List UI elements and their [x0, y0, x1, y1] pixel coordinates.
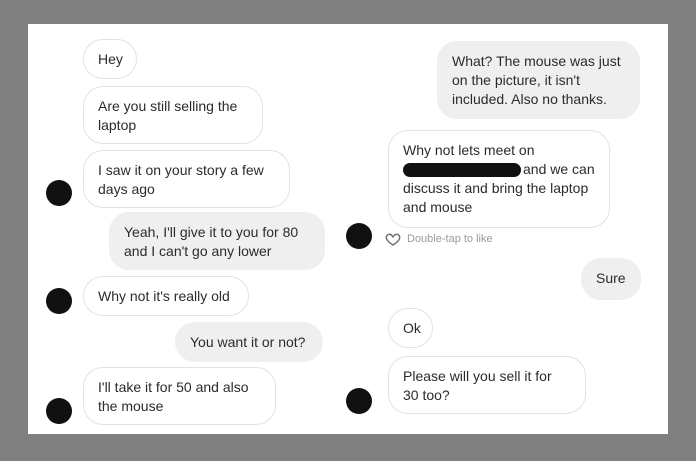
message-outgoing[interactable]: Sure — [581, 258, 641, 300]
avatar[interactable] — [346, 223, 372, 249]
like-hint-text: Double-tap to like — [407, 233, 493, 245]
message-incoming[interactable]: Why not it's really old — [83, 276, 249, 316]
like-hint[interactable]: Double-tap to like — [385, 231, 493, 247]
message-incoming[interactable]: I saw it on your story a few days ago — [83, 150, 290, 208]
message-text: You want it or not? — [190, 334, 306, 350]
avatar[interactable] — [346, 388, 372, 414]
message-incoming[interactable]: Why not lets meet on and we can discuss … — [388, 130, 610, 228]
message-text: Ok — [403, 320, 421, 336]
message-text: Please will you sell it for 30 too? — [403, 368, 552, 403]
avatar[interactable] — [46, 398, 72, 424]
message-text: Yeah, I'll give it to you for 80 and I c… — [124, 224, 299, 259]
message-text: What? The mouse was just on the picture,… — [452, 53, 621, 107]
message-outgoing[interactable]: What? The mouse was just on the picture,… — [437, 41, 640, 119]
message-outgoing[interactable]: Yeah, I'll give it to you for 80 and I c… — [109, 212, 325, 270]
chat-screenshot: Hey Are you still selling the laptop I s… — [28, 24, 668, 434]
message-text: I saw it on your story a few days ago — [98, 162, 264, 197]
message-incoming[interactable]: Are you still selling the laptop — [83, 86, 263, 144]
message-incoming[interactable]: Please will you sell it for 30 too? — [388, 356, 586, 414]
message-incoming[interactable]: Ok — [388, 308, 433, 348]
heart-icon[interactable] — [385, 231, 401, 247]
message-incoming[interactable]: Hey — [83, 39, 137, 79]
message-incoming[interactable]: I'll take it for 50 and also the mouse — [83, 367, 276, 425]
avatar[interactable] — [46, 180, 72, 206]
message-outgoing[interactable]: You want it or not? — [175, 322, 323, 362]
message-text: Why not lets meet on — [403, 142, 535, 158]
avatar[interactable] — [46, 288, 72, 314]
message-text: I'll take it for 50 and also the mouse — [98, 379, 249, 414]
message-text: Hey — [98, 51, 123, 67]
message-text: Are you still selling the laptop — [98, 98, 238, 133]
message-text: Sure — [596, 270, 626, 286]
redaction-bar — [403, 163, 521, 178]
message-text: Why not it's really old — [98, 288, 230, 304]
